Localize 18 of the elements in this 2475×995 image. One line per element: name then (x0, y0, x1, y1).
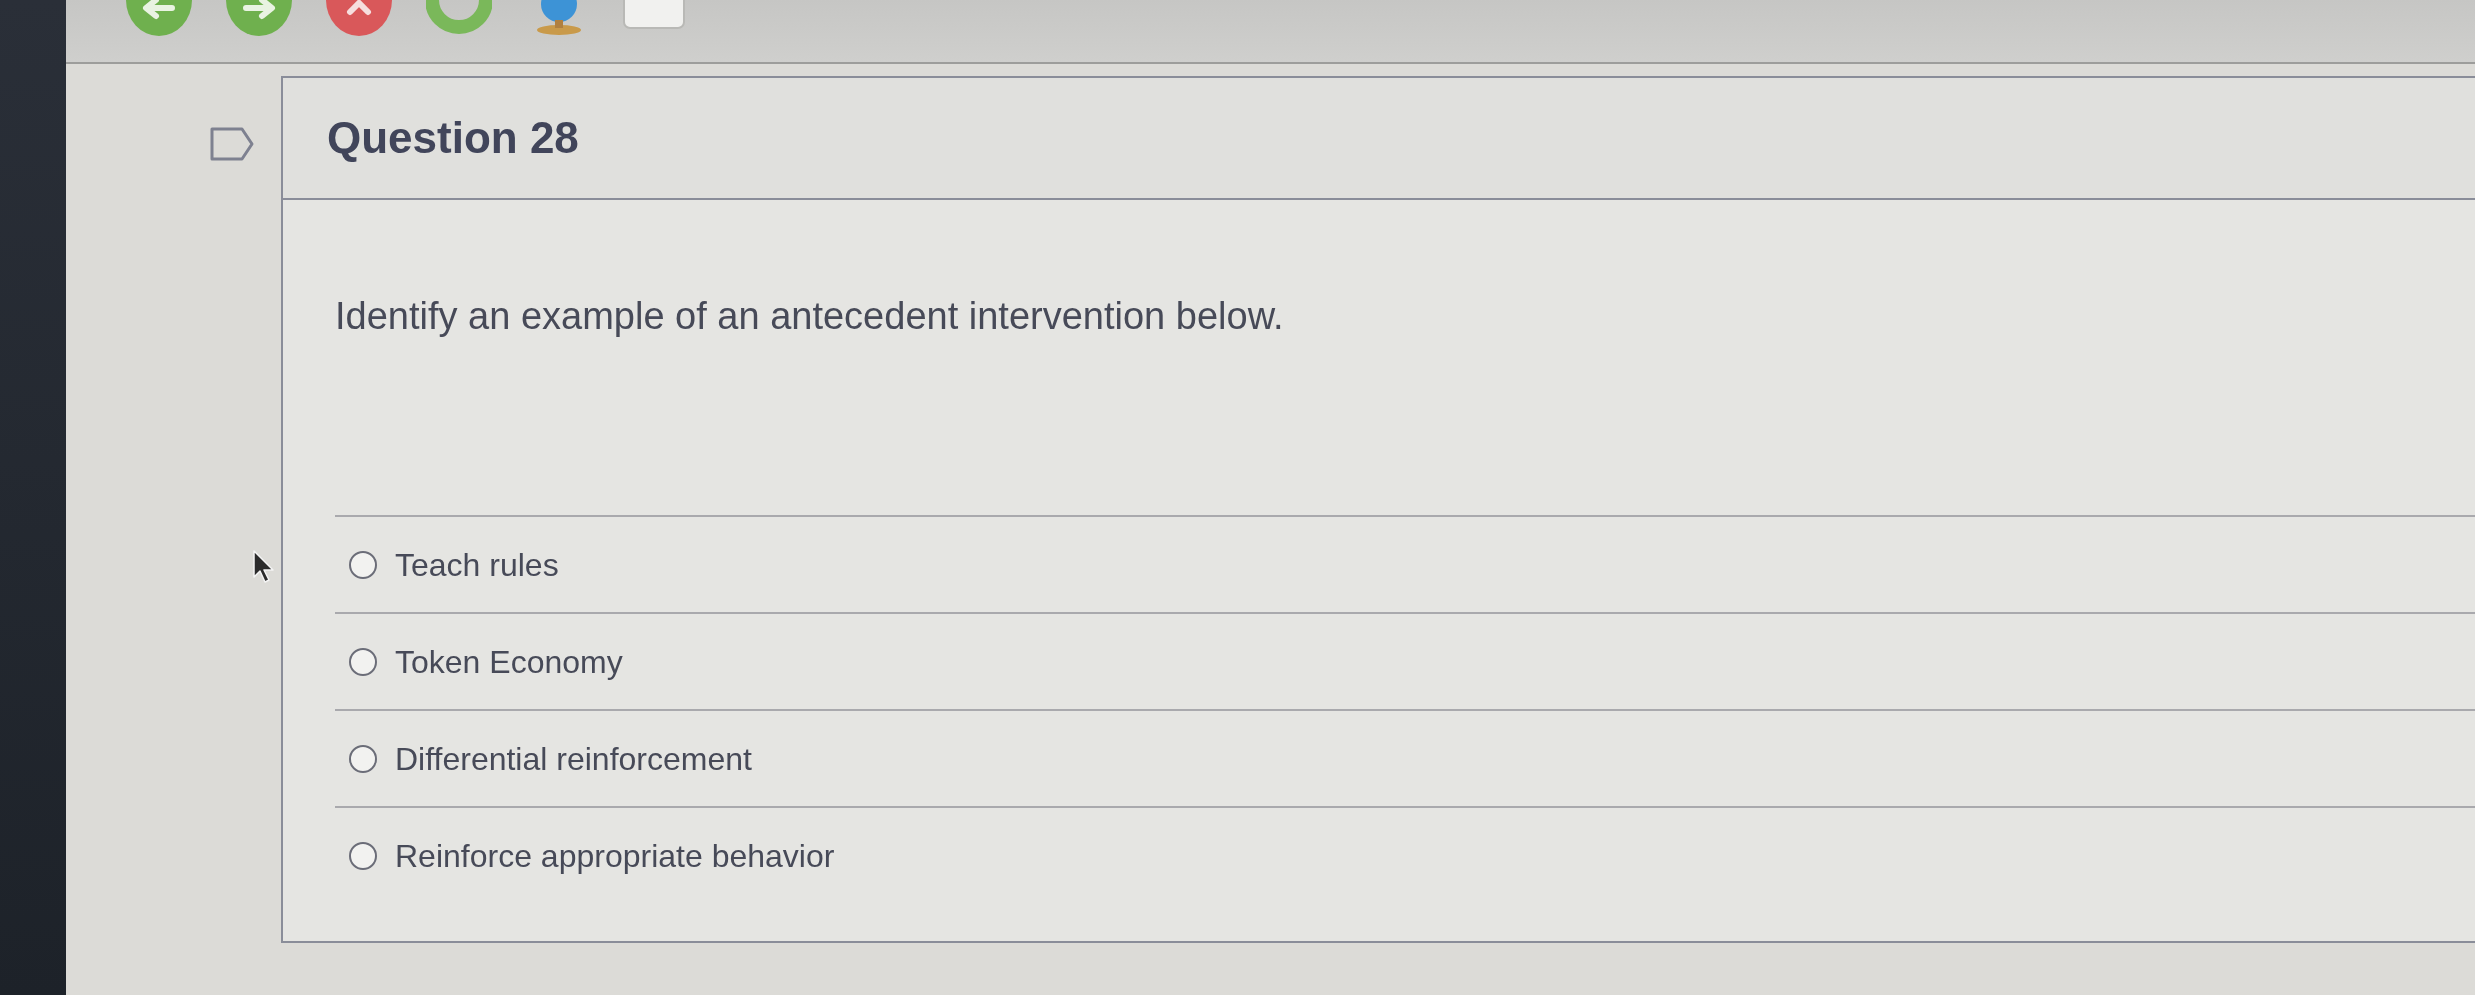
tag-icon[interactable] (210, 127, 254, 161)
globe-icon[interactable] (534, 0, 584, 36)
option-label[interactable]: Teach rules (395, 544, 559, 585)
option-label[interactable]: Token Economy (395, 641, 623, 682)
radio-button[interactable] (349, 647, 377, 676)
back-arrow-icon[interactable] (126, 0, 192, 36)
radio-button[interactable] (349, 550, 377, 579)
close-icon[interactable] (326, 0, 392, 36)
question-title: Question 28 (327, 112, 579, 164)
tile-icon[interactable] (622, 0, 686, 30)
radio-button[interactable] (349, 841, 377, 870)
mouse-cursor-icon (252, 549, 276, 585)
radio-button[interactable] (349, 744, 377, 773)
option-label[interactable]: Differential reinforcement (395, 738, 752, 779)
question-text: Identify an example of an antecedent intervention below. (335, 294, 1284, 339)
forward-arrow-icon[interactable] (226, 0, 292, 36)
refresh-icon[interactable] (426, 0, 492, 36)
option-label[interactable]: Reinforce appropriate behavior (395, 835, 835, 876)
